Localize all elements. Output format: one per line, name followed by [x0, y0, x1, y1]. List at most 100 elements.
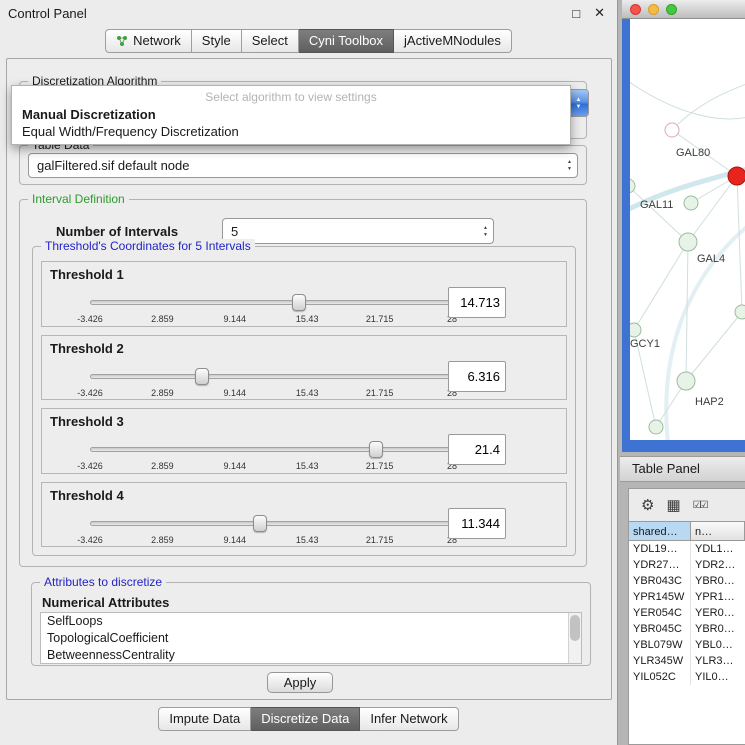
cell-name[interactable]: YBL0… — [691, 637, 745, 653]
slider-thumb[interactable] — [292, 294, 306, 311]
table-row[interactable]: YLR345WYLR3… — [629, 653, 745, 669]
cell-shared-name[interactable]: YLR345W — [629, 653, 691, 669]
tab-label: Network — [133, 33, 181, 48]
cell-shared-name[interactable]: YIL052C — [629, 669, 691, 685]
slider-thumb[interactable] — [369, 441, 383, 458]
slider-track[interactable] — [90, 521, 452, 526]
table-row[interactable]: YIL052CYIL0… — [629, 669, 745, 685]
column-header-name[interactable]: n… — [691, 521, 745, 541]
table-row[interactable]: YBR045CYBR0… — [629, 621, 745, 637]
cell-shared-name[interactable]: YBL079W — [629, 637, 691, 653]
cell-name[interactable]: YIL0… — [691, 669, 745, 685]
list-item[interactable]: BetweennessCentrality — [41, 647, 581, 664]
tab-style[interactable]: Style — [192, 29, 242, 53]
gear-icon[interactable]: ⚙ — [641, 496, 654, 514]
select-columns-icon[interactable]: ☑☑ — [693, 500, 707, 511]
cell-name[interactable]: YLR3… — [691, 653, 745, 669]
network-node-green[interactable] — [630, 323, 641, 337]
network-node-green[interactable] — [677, 372, 695, 390]
tick-label: 2.859 — [151, 314, 174, 324]
apply-button[interactable]: Apply — [267, 672, 333, 693]
network-edge — [630, 79, 745, 119]
list-item[interactable]: TopologicalCoefficient — [41, 630, 581, 647]
node-label: GAL80 — [676, 147, 710, 159]
arrow-up-icon: ▲ — [483, 225, 488, 231]
zoom-traffic-light-icon[interactable] — [666, 4, 677, 15]
table-row[interactable]: YBL079WYBL0… — [629, 637, 745, 653]
cell-shared-name[interactable]: YBR043C — [629, 573, 691, 589]
node-label: GCY1 — [630, 338, 660, 350]
threshold-slider-2[interactable] — [90, 369, 452, 385]
table-row[interactable]: YDL19…YDL1… — [629, 541, 745, 557]
tab-cyni-toolbox[interactable]: Cyni Toolbox — [299, 29, 394, 53]
scrollbar-thumb[interactable] — [570, 615, 580, 641]
table-row[interactable]: YPR145WYPR1… — [629, 589, 745, 605]
tab-select[interactable]: Select — [242, 29, 299, 53]
table-data-combo-value: galFiltered.sif default node — [29, 154, 562, 177]
tab-jactivemnodules[interactable]: jActiveMNodules — [394, 29, 512, 53]
network-node-red[interactable] — [728, 167, 745, 185]
network-node-green[interactable] — [735, 305, 745, 319]
float-window-icon[interactable]: □ — [572, 6, 580, 21]
table-row[interactable]: YER054CYER0… — [629, 605, 745, 621]
cell-name[interactable]: YPR1… — [691, 589, 745, 605]
cell-shared-name[interactable]: YBR045C — [629, 621, 691, 637]
threshold-value-input[interactable] — [448, 508, 506, 539]
network-canvas[interactable]: GAL80GAL11GAL4GCY1HAP2 — [630, 19, 745, 440]
network-edge — [686, 312, 742, 381]
tab-discretize-data[interactable]: Discretize Data — [251, 707, 360, 731]
cell-shared-name[interactable]: YDR27… — [629, 557, 691, 573]
network-node-pink[interactable] — [665, 123, 679, 137]
cell-name[interactable]: YBR0… — [691, 573, 745, 589]
cell-name[interactable]: YER0… — [691, 605, 745, 621]
tick-label: -3.426 — [77, 388, 103, 398]
network-node-green[interactable] — [679, 233, 697, 251]
dropdown-option-manual-discretization[interactable]: Manual Discretization — [12, 106, 570, 123]
number-of-intervals-combo[interactable]: 5 ▲ ▼ — [222, 218, 494, 244]
network-node-green[interactable] — [630, 179, 635, 193]
network-node-green[interactable] — [684, 196, 698, 210]
slider-thumb[interactable] — [195, 368, 209, 385]
window-title: Control Panel — [8, 6, 87, 21]
node-label: GAL4 — [697, 253, 725, 265]
slider-track[interactable] — [90, 300, 452, 305]
tab-infer-network[interactable]: Infer Network — [360, 707, 458, 731]
cell-shared-name[interactable]: YER054C — [629, 605, 691, 621]
columns-icon[interactable]: ▦ — [666, 496, 680, 514]
dropdown-option-equal-width[interactable]: Equal Width/Frequency Discretization — [12, 123, 570, 140]
combo-stepper-icon[interactable]: ▲ ▼ — [562, 154, 577, 177]
slider-track[interactable] — [90, 447, 452, 452]
threshold-value-input[interactable] — [448, 287, 506, 318]
threshold-slider-3[interactable] — [90, 442, 452, 458]
threshold-slider-1[interactable] — [90, 295, 452, 311]
cell-name[interactable]: YDR2… — [691, 557, 745, 573]
cell-name[interactable]: YDL1… — [691, 541, 745, 557]
threshold-value-input[interactable] — [448, 434, 506, 465]
table-panel-header: Table Panel — [620, 456, 745, 482]
list-item[interactable]: SelfLoops — [41, 613, 581, 630]
table-data-combo[interactable]: galFiltered.sif default node ▲ ▼ — [28, 153, 578, 178]
close-icon[interactable]: ✕ — [594, 5, 605, 21]
tab-impute-data[interactable]: Impute Data — [158, 707, 251, 731]
number-of-intervals-label: Number of Intervals — [56, 224, 178, 239]
cell-shared-name[interactable]: YPR145W — [629, 589, 691, 605]
cell-shared-name[interactable]: YDL19… — [629, 541, 691, 557]
column-header-shared-name[interactable]: shared… — [629, 521, 691, 541]
tick-label: 2.859 — [151, 388, 174, 398]
scrollbar[interactable] — [568, 613, 581, 663]
table-body: YDL19…YDL1… YDR27…YDR2… YBR043CYBR0… YPR… — [629, 541, 745, 744]
combo-stepper-icon[interactable]: ▲ ▼ — [568, 90, 588, 116]
threshold-slider-4[interactable] — [90, 516, 452, 532]
arrow-down-icon: ▼ — [483, 232, 488, 238]
combo-stepper-icon[interactable]: ▲ ▼ — [478, 219, 493, 243]
minimize-traffic-light-icon[interactable] — [648, 4, 659, 15]
threshold-value-input[interactable] — [448, 361, 506, 392]
close-traffic-light-icon[interactable] — [630, 4, 641, 15]
slider-thumb[interactable] — [253, 515, 267, 532]
network-node-green[interactable] — [649, 420, 663, 434]
cell-name[interactable]: YBR0… — [691, 621, 745, 637]
tab-network[interactable]: Network — [105, 29, 192, 53]
table-row[interactable]: YDR27…YDR2… — [629, 557, 745, 573]
table-row[interactable]: YBR043CYBR0… — [629, 573, 745, 589]
slider-track[interactable] — [90, 374, 452, 379]
